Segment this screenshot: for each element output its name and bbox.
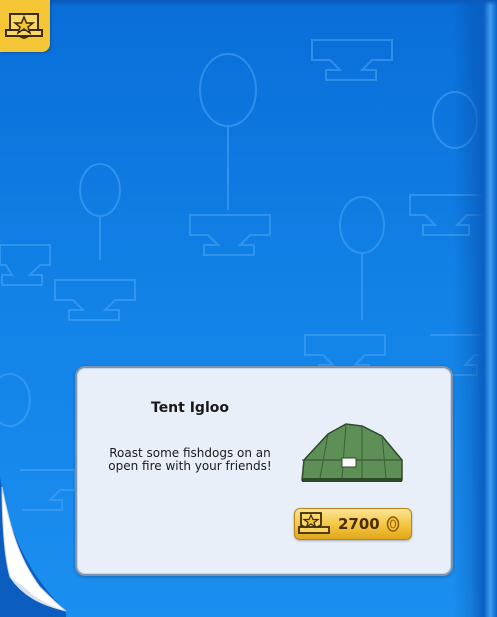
price-value: 2700 [338,515,380,533]
tent-igloo-image[interactable] [298,420,406,484]
member-star-icon [298,512,330,534]
page-curl[interactable] [0,477,70,617]
item-description: Roast some fishdogs on an open fire with… [100,447,280,473]
buy-button[interactable]: 2700 [294,508,412,540]
item-description-line: open fire with your friends! [108,459,272,473]
item-title: Tent Igloo [151,400,229,416]
member-badge[interactable] [0,0,50,52]
member-star-icon [5,13,43,40]
catalog-page: Tent Igloo Roast some fishdogs on an ope… [0,0,497,617]
coin-icon [386,516,400,532]
top-edge-shadow [0,0,497,6]
book-spine-edge [453,0,497,617]
